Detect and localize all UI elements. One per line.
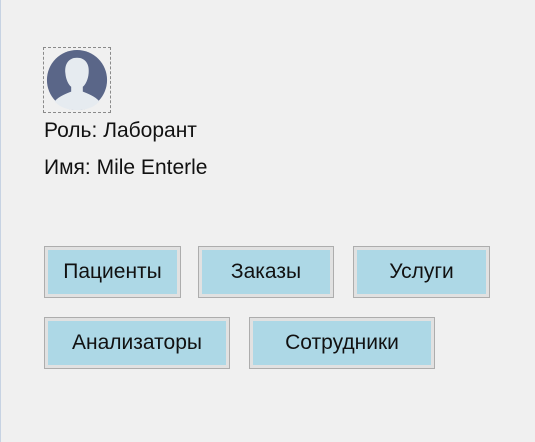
- analyzers-button[interactable]: Анализаторы: [44, 317, 230, 369]
- name-label: Имя:: [44, 156, 91, 179]
- role-label: Роль:: [44, 119, 98, 142]
- user-silhouette-icon: [46, 49, 108, 111]
- services-button[interactable]: Услуги: [353, 246, 490, 298]
- role-line: Роль: Лаборант: [44, 119, 197, 143]
- main-window: Роль: Лаборант Имя: Mile Enterle Пациент…: [0, 0, 535, 442]
- patients-button[interactable]: Пациенты: [44, 246, 181, 298]
- name-value: Mile Enterle: [96, 156, 208, 179]
- user-avatar: [43, 47, 111, 113]
- staff-button[interactable]: Сотрудники: [249, 317, 435, 369]
- name-line: Имя: Mile Enterle: [44, 156, 207, 180]
- role-value: Лаборант: [103, 119, 197, 142]
- orders-button[interactable]: Заказы: [198, 246, 334, 298]
